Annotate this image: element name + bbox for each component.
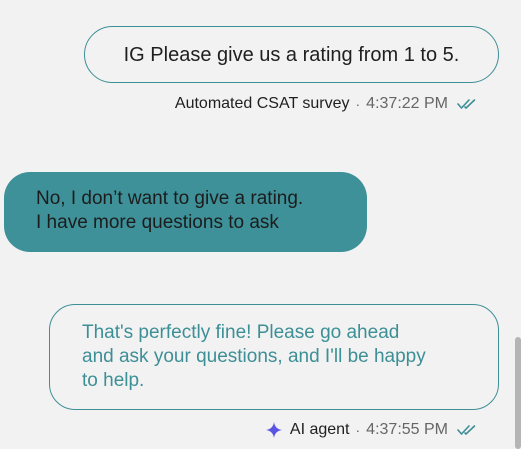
meta-separator: · [355, 96, 361, 112]
timestamp: 4:37:55 PM [366, 421, 448, 438]
message-line: to help. [82, 370, 145, 391]
ai-agent-message-bubble: That's perfectly fine! Please go ahead a… [49, 304, 499, 410]
message-line: I have more questions to ask [36, 212, 279, 233]
user-message-bubble: No, I don’t want to give a rating. I hav… [4, 172, 367, 252]
message-meta: Automated CSAT survey · 4:37:22 PM [175, 95, 477, 113]
message-line: That's perfectly fine! Please go ahead [82, 322, 400, 343]
timestamp: 4:37:22 PM [366, 95, 448, 112]
message-text: IG Please give us a rating from 1 to 5. [123, 43, 460, 66]
double-check-icon [457, 98, 477, 110]
sparkle-icon [265, 422, 282, 438]
sender-name: Automated CSAT survey [174, 95, 350, 112]
message-line: No, I don’t want to give a rating. [36, 188, 304, 209]
bot-message-bubble: IG Please give us a rating from 1 to 5. [84, 26, 499, 83]
scrollbar[interactable] [515, 337, 521, 449]
message-meta: AI agent · 4:37:55 PM [265, 421, 477, 439]
double-check-icon [457, 424, 477, 436]
message-line: and ask your questions, and I'll be happ… [82, 346, 426, 367]
sender-name: AI agent [289, 421, 350, 438]
meta-separator: · [355, 422, 361, 438]
